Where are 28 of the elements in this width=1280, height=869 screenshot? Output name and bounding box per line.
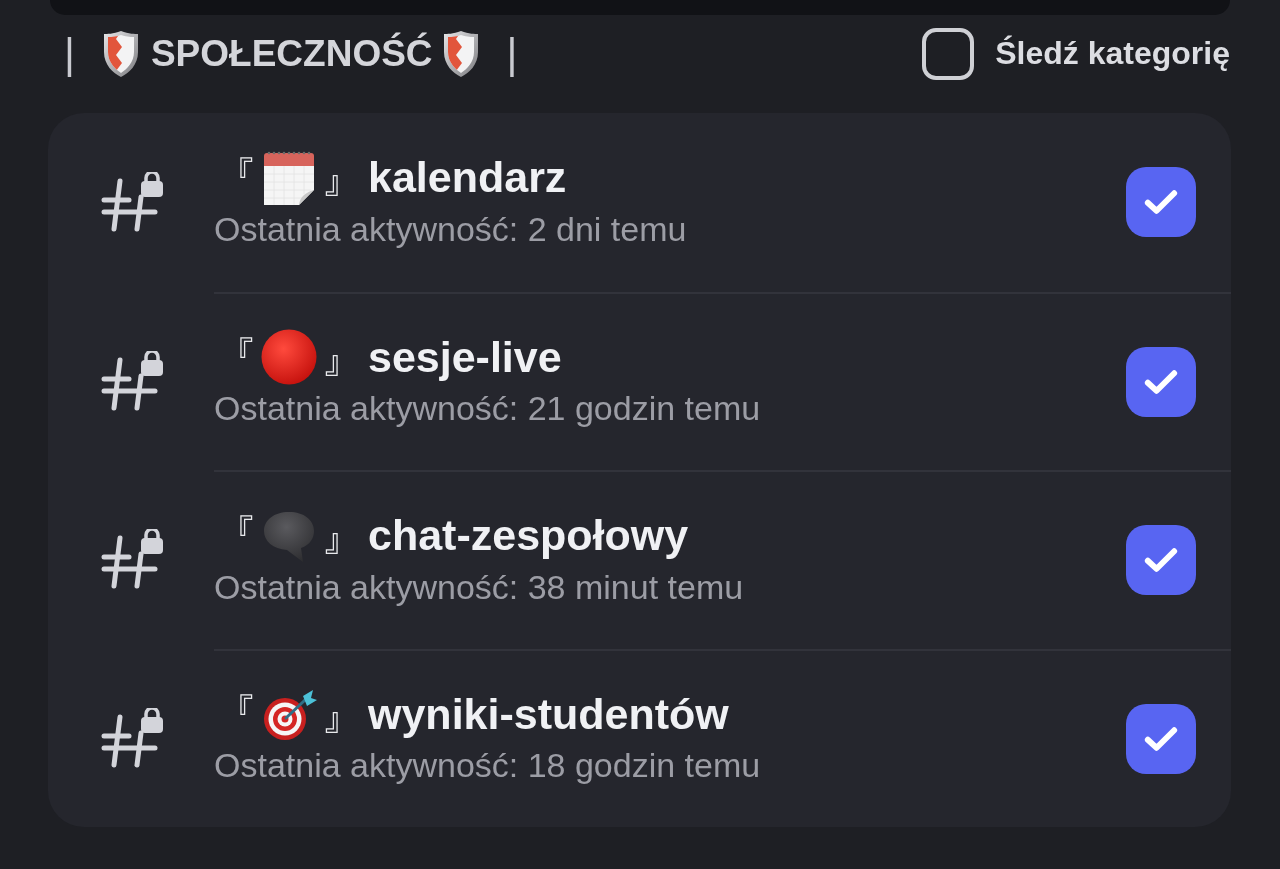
bracket-text: 『 — [214, 514, 257, 558]
shield-icon — [102, 29, 139, 78]
bracket-text: 』 — [321, 335, 364, 379]
checkbox[interactable] — [1126, 346, 1196, 417]
bracket-text: 』 — [321, 156, 364, 200]
shield-icon — [442, 29, 479, 78]
checkbox[interactable] — [1126, 167, 1196, 238]
channel-name: kalendarz — [368, 152, 567, 204]
checkbox[interactable] — [1126, 525, 1196, 596]
checkbox-label: Śledź kategorię — [995, 34, 1230, 73]
checkbox[interactable] — [1126, 703, 1196, 774]
activity-text: Ostatnia aktywność: 21 godzin temu — [214, 388, 761, 430]
bracket-text: 『 — [214, 335, 257, 379]
separator-text: | — [64, 32, 75, 75]
separator-text: | — [506, 32, 518, 75]
bracket-text: 』 — [321, 514, 364, 558]
channel-name: wyniki-studentów — [368, 688, 729, 740]
activity-text: Ostatnia aktywność: 18 godzin temu — [214, 745, 761, 787]
channel-name: sesje-live — [368, 331, 562, 383]
checkbox[interactable] — [922, 27, 975, 80]
bracket-text: 『 — [214, 156, 257, 200]
calendar-icon — [261, 149, 317, 206]
activity-text: Ostatnia aktywność: 2 dni temu — [214, 208, 687, 250]
channel-name: chat-zespołowy — [368, 510, 689, 562]
bracket-text: 『 — [214, 692, 257, 736]
bracket-text: 』 — [321, 692, 364, 736]
activity-text: Ostatnia aktywność: 38 minut temu — [214, 566, 744, 608]
circle-icon — [261, 329, 317, 386]
